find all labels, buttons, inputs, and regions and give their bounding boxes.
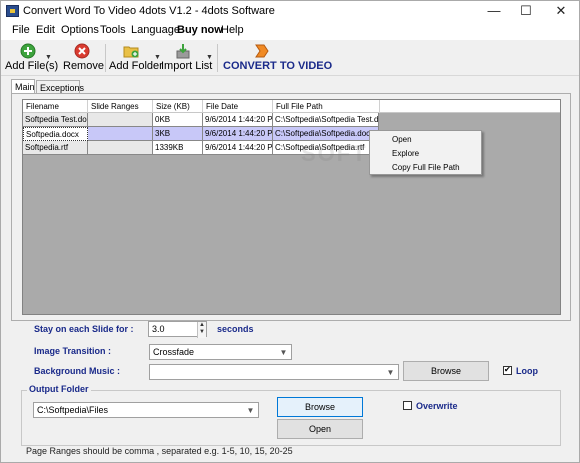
menu-help[interactable]: Help [221, 24, 244, 36]
transition-label: Image Transition : [34, 346, 112, 356]
overwrite-label: Overwrite [416, 401, 458, 411]
remove-icon [74, 43, 90, 59]
chevron-down-icon: ▼ [386, 368, 395, 377]
stay-duration-value: 3.0 [152, 324, 165, 334]
cell-filename: Softpedia.docx [23, 127, 88, 141]
cell-size: 0KB [153, 113, 203, 127]
add-files-button[interactable]: ▼ Add File(s) [5, 41, 59, 75]
cell-date: 9/6/2014 1:44:20 PM [203, 141, 273, 155]
menu-bar: File Edit Options Tools Language Buy now… [1, 22, 579, 40]
context-explore[interactable]: Explore [392, 149, 419, 158]
menu-options[interactable]: Options [61, 24, 99, 36]
table-row[interactable]: Softpedia.docx 3KB 9/6/2014 1:44:20 PM C… [23, 127, 379, 141]
loop-checkbox[interactable] [503, 365, 512, 375]
convert-icon [255, 44, 269, 58]
cell-filename: Softpedia.rtf [23, 141, 88, 155]
transition-select[interactable]: Crossfade ▼ [149, 344, 292, 360]
maximize-button[interactable]: ☐ [511, 1, 541, 22]
toolbar-separator [105, 44, 106, 72]
tab-exceptions[interactable]: Exceptions [36, 80, 84, 94]
add-folder-button[interactable]: ▼ Add Folder [109, 41, 163, 75]
music-label: Background Music : [34, 366, 121, 376]
chevron-down-icon: ▼ [279, 348, 288, 357]
cell-slide-ranges[interactable] [88, 113, 153, 127]
import-icon [176, 44, 190, 59]
column-header[interactable]: File Date [203, 100, 273, 113]
output-browse-button[interactable]: Browse [277, 397, 363, 417]
folder-add-icon [123, 46, 139, 58]
remove-button[interactable]: Remove [63, 41, 104, 75]
menu-edit[interactable]: Edit [36, 24, 55, 36]
add-icon [20, 43, 36, 59]
context-copy-path[interactable]: Copy Full File Path [392, 163, 460, 172]
column-header[interactable]: Filename [23, 100, 88, 113]
seconds-label: seconds [217, 324, 254, 334]
main-panel: Filename Slide Ranges Size (KB) File Dat… [11, 93, 571, 321]
menu-buy-now[interactable]: Buy now [177, 24, 223, 36]
output-folder-select[interactable]: C:\Softpedia\Files ▼ [33, 402, 259, 418]
background-music-select[interactable]: ▼ [149, 364, 399, 380]
remove-label: Remove [63, 60, 104, 72]
cell-size: 1339KB [153, 141, 203, 155]
stay-duration-input[interactable]: 3.0 ▲ ▼ [148, 321, 207, 338]
spin-buttons[interactable]: ▲ ▼ [197, 322, 206, 338]
column-header[interactable]: Size (KB) [153, 100, 203, 113]
import-list-label: Import List [161, 60, 213, 72]
transition-value: Crossfade [153, 347, 195, 357]
import-list-button[interactable]: ▼ Import List [161, 41, 213, 75]
minimize-button[interactable]: — [479, 1, 509, 22]
output-folder-title: Output Folder [27, 384, 91, 394]
cell-path: C:\Softpedia\Softpedia Test.doc [273, 113, 379, 127]
overwrite-checkbox[interactable] [403, 401, 412, 410]
output-open-button[interactable]: Open [277, 419, 363, 439]
convert-to-video-button[interactable]: CONVERT TO VIDEO [223, 41, 333, 75]
options-section: Stay on each Slide for : 3.0 ▲ ▼ seconds … [21, 315, 560, 383]
status-text: Page Ranges should be comma , separated … [26, 446, 293, 456]
window-title: Convert Word To Video 4dots V1.2 - 4dots… [23, 5, 275, 17]
column-header[interactable]: Full File Path [273, 100, 380, 113]
output-folder-value: C:\Softpedia\Files [37, 405, 109, 415]
context-menu: Open Explore Copy Full File Path [369, 130, 482, 175]
toolbar-separator [217, 44, 218, 72]
add-folder-label: Add Folder [109, 60, 163, 72]
title-bar: Convert Word To Video 4dots V1.2 - 4dots… [1, 1, 579, 22]
cell-date: 9/6/2014 1:44:20 PM [203, 127, 273, 141]
convert-label: CONVERT TO VIDEO [223, 60, 333, 72]
chevron-down-icon: ▼ [246, 406, 255, 415]
cell-slide-ranges[interactable] [88, 141, 153, 155]
music-browse-button[interactable]: Browse [403, 361, 489, 381]
menu-language[interactable]: Language [131, 24, 180, 36]
toolbar: ▼ Add File(s) Remove ▼ Add Folder ▼ Impo… [1, 40, 579, 76]
app-window: Convert Word To Video 4dots V1.2 - 4dots… [0, 0, 580, 463]
cell-slide-ranges[interactable] [88, 127, 153, 141]
table-row[interactable]: Softpedia Test.doc 0KB 9/6/2014 1:44:20 … [23, 113, 379, 127]
menu-tools[interactable]: Tools [100, 24, 126, 36]
cell-size: 3KB [153, 127, 203, 141]
context-open[interactable]: Open [392, 135, 412, 144]
cell-path: C:\Softpedia\Softpedia.docx [273, 127, 379, 141]
loop-label: Loop [516, 366, 538, 376]
cell-filename: Softpedia Test.doc [23, 113, 88, 127]
menu-file[interactable]: File [12, 24, 30, 36]
cell-date: 9/6/2014 1:44:20 PM [203, 113, 273, 127]
close-button[interactable]: ✕ [546, 1, 576, 22]
grid-header: Filename Slide Ranges Size (KB) File Dat… [23, 100, 560, 113]
column-header[interactable]: Slide Ranges [88, 100, 153, 113]
output-folder-group: Output Folder C:\Softpedia\Files ▼ Brows… [21, 384, 561, 446]
stay-label: Stay on each Slide for : [34, 324, 134, 334]
add-files-label: Add File(s) [5, 60, 59, 72]
app-icon [6, 5, 19, 17]
